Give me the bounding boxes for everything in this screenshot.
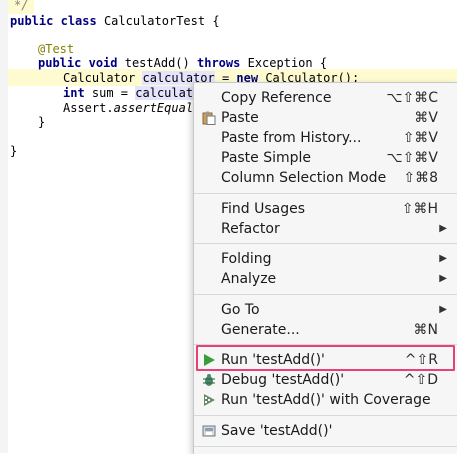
submenu-arrow-icon: ▶ — [439, 304, 447, 315]
coverage-icon — [202, 393, 216, 407]
menu-item-generate[interactable]: Generate... ⌘N — [194, 320, 457, 340]
menu-item-label: Paste — [221, 110, 259, 126]
menu-item-label: Run 'testAdd()' with Coverage — [221, 392, 431, 408]
class-name: CalculatorTest { — [103, 14, 220, 28]
keyword-void: void — [88, 56, 118, 70]
paste-icon — [202, 111, 216, 125]
exception-type: Exception { — [247, 56, 328, 70]
menu-item-label: Generate... — [221, 322, 300, 338]
menu-item-paste-from-history[interactable]: Paste from History... ⇧⌘V — [194, 128, 457, 148]
assert-class: Assert. — [63, 101, 114, 115]
keyword-public: public — [38, 56, 82, 70]
debug-icon — [202, 373, 216, 387]
keyword-throws: throws — [197, 56, 241, 70]
keyword-public: public — [10, 14, 54, 28]
editor-gutter — [0, 0, 8, 453]
comment-close: */ — [14, 0, 29, 12]
code-line-assert: Assert.assertEquals( — [63, 99, 208, 117]
menu-item-label: Go To — [221, 302, 260, 318]
menu-item-paste[interactable]: Paste ⌘V — [194, 108, 457, 128]
class-close-brace: } — [10, 144, 18, 158]
type-calculator: Calculator — [63, 71, 143, 85]
menu-separator — [194, 446, 457, 447]
menu-item-shortcut: ⇧⌘V — [402, 130, 438, 146]
menu-item-go-to[interactable]: Go To ▶ — [194, 300, 457, 320]
keyword-class: class — [60, 14, 97, 28]
menu-item-label: Paste from History... — [221, 130, 362, 146]
menu-item-label: Save 'testAdd()' — [221, 423, 333, 439]
method-name: testAdd() — [124, 56, 190, 70]
menu-item-label: Column Selection Mode — [221, 170, 387, 186]
code-line-close-class: } — [10, 142, 17, 160]
menu-item-analyze[interactable]: Analyze ▶ — [194, 269, 457, 289]
menu-item-label: Debug 'testAdd()' — [221, 372, 345, 388]
keyword-int: int — [63, 86, 85, 100]
menu-item-shortcut: ⇧⌘8 — [403, 170, 438, 186]
menu-separator — [194, 243, 457, 244]
menu-item-label: Folding — [221, 251, 272, 267]
menu-item-folding[interactable]: Folding ▶ — [194, 249, 457, 269]
submenu-arrow-icon: ▶ — [439, 273, 447, 284]
menu-item-debug-test[interactable]: Debug 'testAdd()' ^⇧D — [194, 370, 457, 390]
menu-item-save-test-config[interactable]: Save 'testAdd()' — [194, 421, 457, 441]
menu-item-label: Analyze — [221, 271, 277, 287]
menu-item-shortcut: ^⇧D — [403, 372, 438, 388]
menu-item-shortcut: ⌥⇧⌘V — [386, 150, 438, 166]
run-item-highlight-outline — [196, 345, 455, 371]
menu-item-shortcut: ⌥⇧⌘C — [386, 90, 438, 106]
menu-item-refactor[interactable]: Refactor ▶ — [194, 219, 457, 239]
menu-item-label: Paste Simple — [221, 150, 312, 166]
menu-item-find-usages[interactable]: Find Usages ⇧⌘H — [194, 199, 457, 219]
menu-item-shortcut: ⌘N — [413, 322, 438, 338]
save-icon — [202, 424, 216, 438]
code-line-close-method: } — [38, 113, 45, 131]
sum-assign: sum = — [84, 86, 136, 100]
code-line-class-decl: public class CalculatorTest { — [10, 12, 220, 30]
menu-separator — [194, 294, 457, 295]
menu-item-shortcut: ⌘V — [414, 110, 438, 126]
menu-item-copy-reference[interactable]: Copy Reference ⌥⇧⌘C — [194, 88, 457, 108]
menu-item-label: Copy Reference — [221, 90, 332, 106]
menu-item-column-selection-mode[interactable]: Column Selection Mode ⇧⌘8 — [194, 168, 457, 188]
menu-item-paste-simple[interactable]: Paste Simple ⌥⇧⌘V — [194, 148, 457, 168]
context-menu: Copy Reference ⌥⇧⌘C Paste ⌘V Paste from … — [193, 82, 457, 454]
menu-item-shortcut: ⇧⌘H — [401, 201, 438, 217]
menu-item-label: Find Usages — [221, 201, 306, 217]
menu-item-run-with-coverage[interactable]: Run 'testAdd()' with Coverage — [194, 390, 457, 410]
menu-item-label: Refactor — [221, 221, 280, 237]
method-close-brace: } — [38, 115, 46, 129]
submenu-arrow-icon: ▶ — [439, 223, 447, 234]
submenu-arrow-icon: ▶ — [439, 253, 447, 264]
menu-separator — [194, 193, 457, 194]
menu-separator — [194, 415, 457, 416]
